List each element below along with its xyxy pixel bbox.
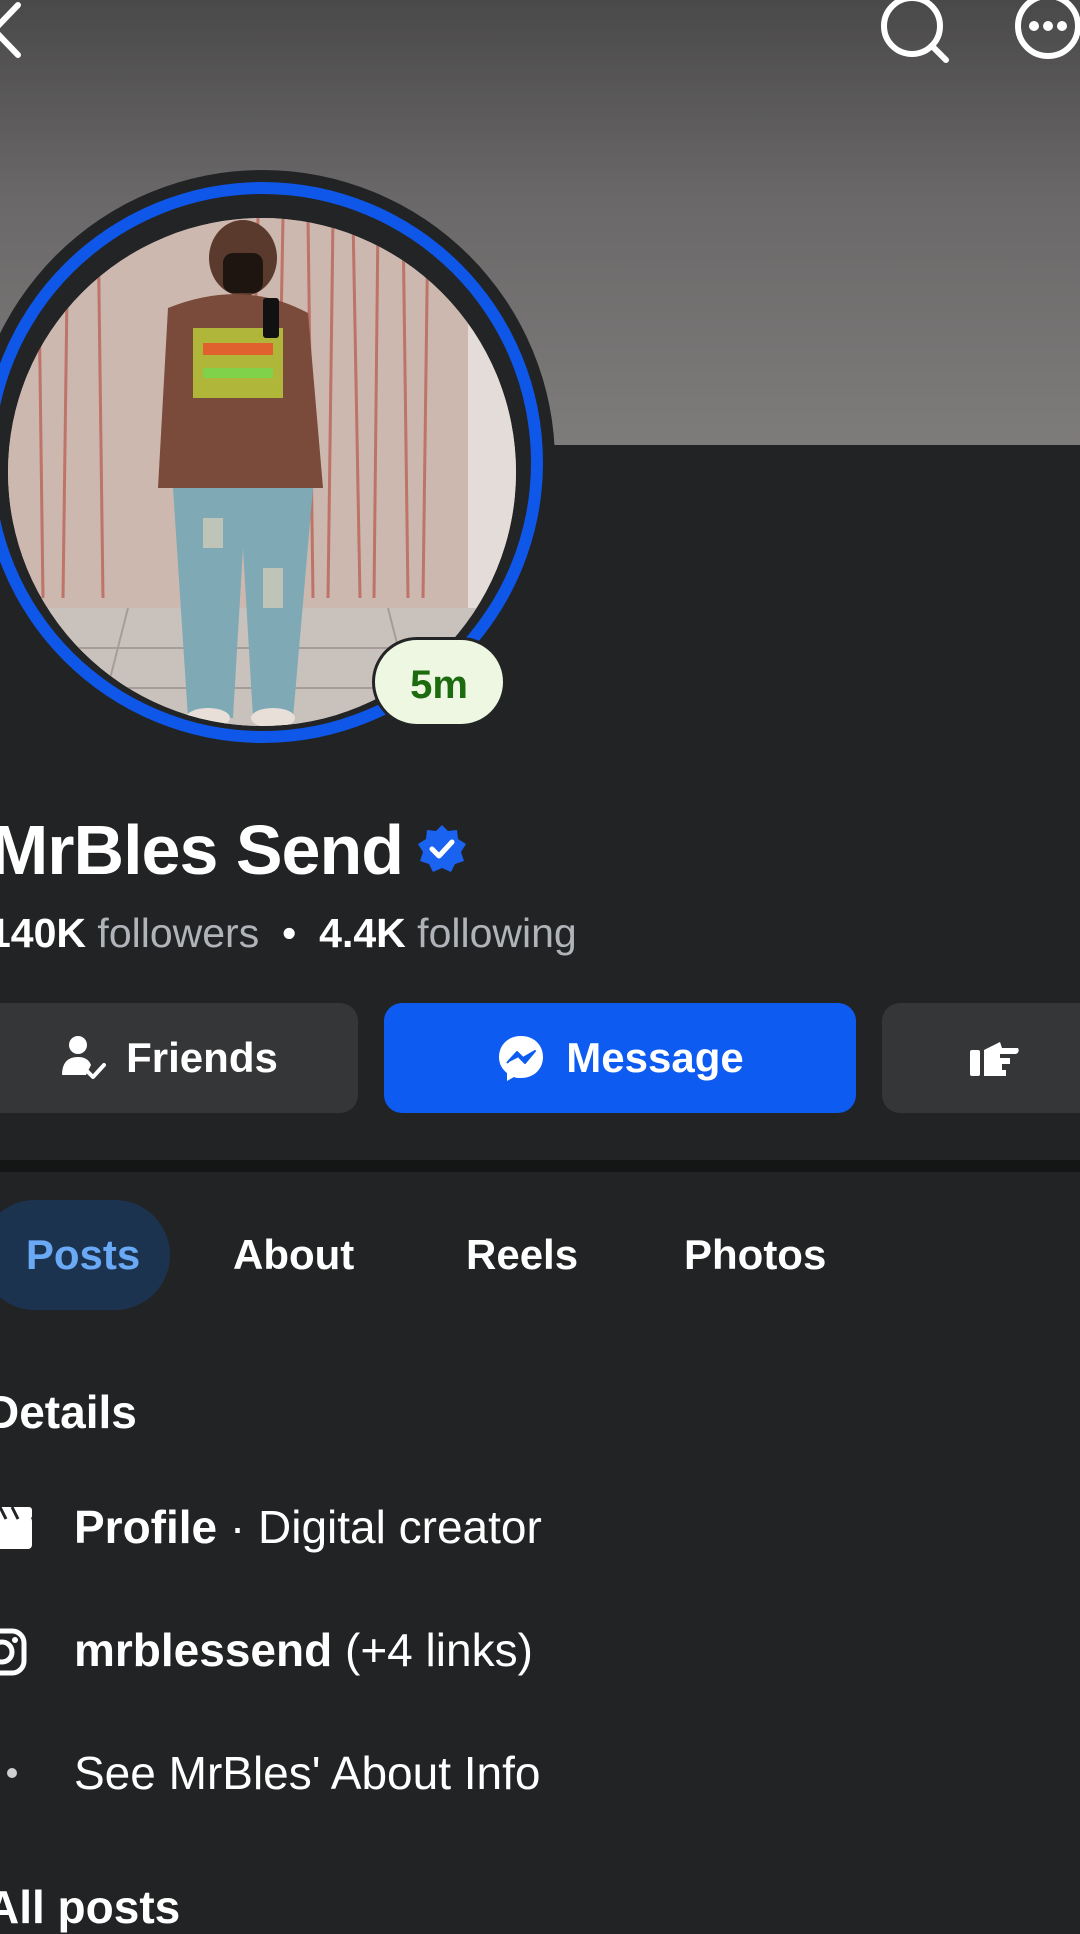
- followers-label[interactable]: followers: [97, 910, 259, 956]
- followers-count[interactable]: 140K: [0, 910, 86, 956]
- stats-separator: •: [282, 910, 297, 956]
- story-time-badge: 5m: [372, 637, 506, 727]
- friends-button[interactable]: Friends: [0, 1003, 358, 1113]
- friends-label: Friends: [126, 1034, 278, 1081]
- back-button[interactable]: [0, 0, 40, 70]
- chevron-left-icon: [0, 2, 21, 58]
- instagram-extra-links[interactable]: (+4 links): [332, 1624, 533, 1676]
- tab-about[interactable]: About: [233, 1200, 354, 1310]
- messenger-icon: [499, 1036, 544, 1081]
- more-horizontal-icon: [1015, 0, 1080, 59]
- message-label: Message: [566, 1034, 744, 1081]
- like-button[interactable]: [882, 1003, 1080, 1113]
- about-info-link[interactable]: See MrBles' About Info: [74, 1746, 541, 1800]
- more-button[interactable]: [1012, 0, 1080, 66]
- tab-posts[interactable]: Posts: [0, 1200, 170, 1310]
- instagram-handle[interactable]: mrblessend: [74, 1624, 332, 1676]
- instagram-icon: [0, 1628, 30, 1681]
- tab-photos[interactable]: Photos: [684, 1200, 826, 1310]
- section-divider: [0, 1160, 1080, 1172]
- details-heading: Details: [0, 1386, 137, 1438]
- more-dots-icon: [0, 1766, 30, 1785]
- profile-category-value: · Digital creator: [217, 1501, 542, 1553]
- verified-badge-icon: [416, 823, 468, 880]
- profile-name: MrBles Send: [0, 811, 404, 889]
- search-button[interactable]: [876, 0, 950, 66]
- following-count[interactable]: 4.4K: [319, 910, 406, 956]
- follow-stats: 140K followers • 4.4K following: [0, 910, 577, 957]
- profile-category-row: Profile · Digital creator: [74, 1500, 542, 1554]
- all-posts-heading: All posts: [0, 1881, 181, 1933]
- following-label[interactable]: following: [417, 910, 577, 956]
- profile-category-label: Profile: [74, 1501, 218, 1553]
- tab-reels[interactable]: Reels: [466, 1200, 578, 1310]
- clapperboard-icon: [0, 1505, 34, 1556]
- instagram-link-row[interactable]: mrblessend (+4 links): [74, 1623, 533, 1677]
- like-hand-icon: [970, 1042, 1019, 1076]
- friends-check-icon: [62, 1036, 107, 1079]
- message-button[interactable]: Message: [384, 1003, 856, 1113]
- search-icon: [881, 0, 949, 63]
